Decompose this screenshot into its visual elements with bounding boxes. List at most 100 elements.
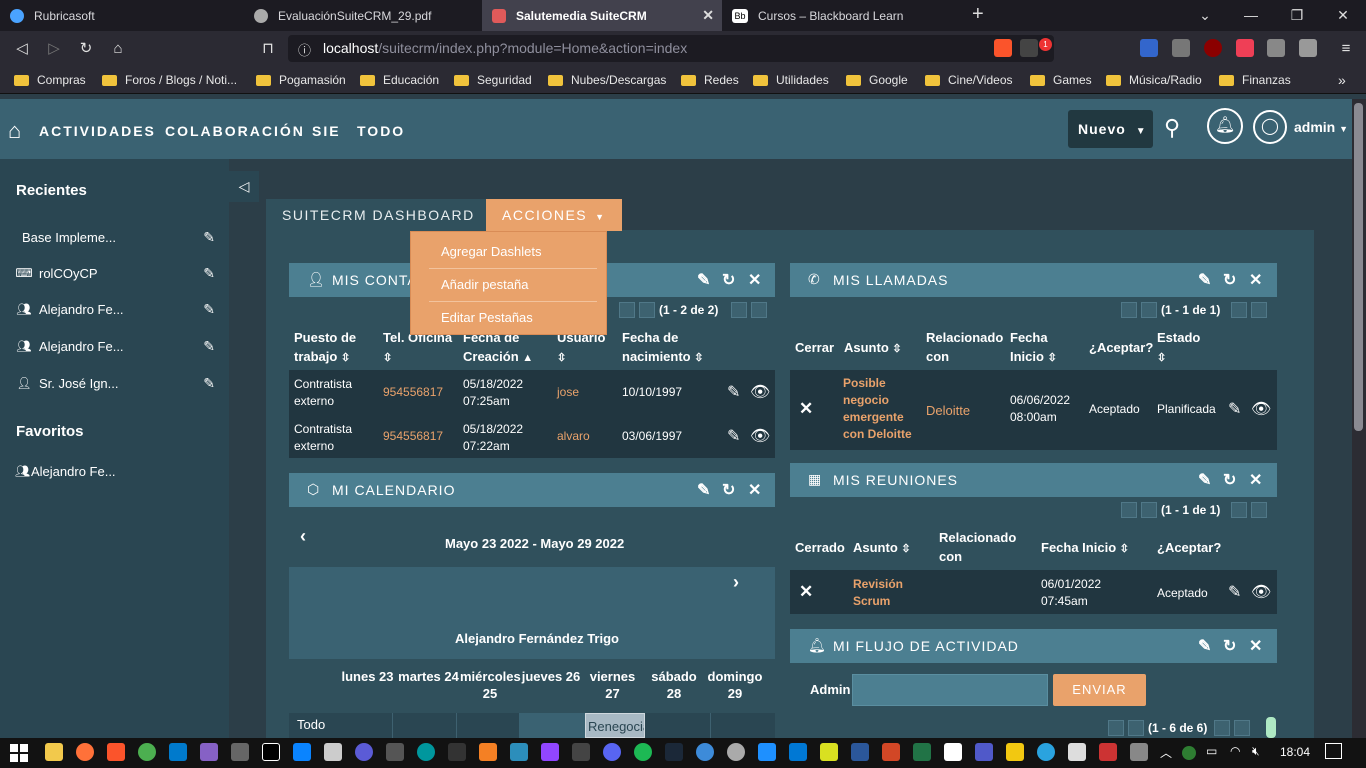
discord-icon[interactable] [603,743,621,761]
new-button[interactable]: Nuevo ▼ [1068,110,1153,148]
recent-item[interactable]: Base Impleme... ✎ [22,227,215,247]
calendar-day[interactable]: martes 24 [397,668,460,685]
teams-icon[interactable] [975,743,993,761]
powerbi-icon[interactable] [1006,743,1024,761]
visual-studio-icon[interactable] [200,743,218,761]
close-icon[interactable]: ✕ [1249,270,1263,290]
edit-icon[interactable]: ✎ [697,480,711,500]
menu-item-anadir-pestana[interactable]: Añadir pestaña [441,277,528,292]
bookmark-folder[interactable]: Música/Radio [1106,71,1202,89]
windows-start-icon[interactable] [10,744,28,762]
extension-cat-icon[interactable] [1172,39,1190,57]
close-meeting-icon[interactable]: ✕ [799,582,813,602]
brave-rewards-icon[interactable] [1020,39,1038,57]
nav-colaboracion[interactable]: COLABORACIÓN [165,123,305,139]
close-icon[interactable]: ✕ [1249,470,1263,490]
refresh-icon[interactable]: ↻ [1223,270,1237,290]
first-page-icon[interactable] [1108,720,1124,736]
bookmark-folder[interactable]: Google [846,71,908,89]
forward-icon[interactable]: ▷ [44,39,64,59]
nav-sie[interactable]: SIE [312,123,341,139]
bookmark-folder[interactable]: Compras [14,71,86,89]
firefox-icon[interactable] [76,743,94,761]
nav-todo[interactable]: TODO [357,123,405,139]
excel-icon[interactable] [913,743,931,761]
col-header[interactable]: Asunto ⇳ [844,338,902,359]
prev-page-icon[interactable] [1128,720,1144,736]
pocket-icon[interactable] [1236,39,1254,57]
pencil-icon[interactable]: ✎ [203,229,215,246]
tab-list-icon[interactable]: ⌄ [1182,0,1228,31]
first-page-icon[interactable] [1121,502,1137,518]
powerpoint-icon[interactable] [882,743,900,761]
view-icon[interactable]: 👁︎ [1251,582,1271,602]
app-icon[interactable] [479,743,497,761]
github-icon[interactable] [572,743,590,761]
collapse-sidebar-icon[interactable]: ◁ [229,171,259,202]
edit-icon[interactable]: ✎ [1228,582,1241,602]
refresh-icon[interactable]: ↻ [722,270,736,290]
app-icon[interactable] [324,743,342,761]
phone-link[interactable]: 954556817 [383,384,443,401]
next-page-icon[interactable] [1231,302,1247,318]
brave-icon[interactable] [107,743,125,761]
restore-icon[interactable]: ❐ [1274,0,1320,31]
bookmark-folder[interactable]: Pogamasión [256,71,346,89]
calendar-day[interactable]: domingo 29 [704,668,766,702]
tab-suitecrm-dashboard[interactable]: SUITECRM DASHBOARD [266,199,491,231]
prev-page-icon[interactable] [1141,502,1157,518]
app-icon[interactable] [231,743,249,761]
bookmark-folder[interactable]: Nubes/Descargas [548,71,666,89]
brave-shield-icon[interactable] [994,39,1012,57]
user-avatar-icon[interactable]: ◯ [1253,110,1287,144]
pencil-icon[interactable]: ✎ [203,338,215,355]
onedrive-icon[interactable] [789,743,807,761]
last-page-icon[interactable] [1251,502,1267,518]
extensions-puzzle-icon[interactable] [1267,39,1285,57]
ublock-icon[interactable] [1204,39,1222,57]
extension-bitwarden-icon[interactable] [1140,39,1158,57]
shield-tray-icon[interactable] [1182,746,1196,760]
bookmark-folder[interactable]: Utilidades [753,71,829,89]
bookmark-folder[interactable]: Seguridad [454,71,532,89]
col-header[interactable]: Puesto de trabajo ⇳ [294,328,374,368]
app-icon[interactable] [1099,743,1117,761]
menu-item-editar-pestanas[interactable]: Editar Pestañas [441,310,533,325]
notification-bell-icon[interactable]: 🔔︎ [1207,108,1243,144]
notifications-icon[interactable] [1325,743,1342,759]
last-page-icon[interactable] [751,302,767,318]
arduino-icon[interactable] [417,743,435,761]
tray-icon[interactable]: ▭ [1206,744,1217,758]
volume-icon[interactable]: 🔇︎ [1252,744,1260,759]
bookmark-page-icon[interactable]: ⊓ [258,39,278,59]
refresh-icon[interactable]: ↻ [1223,636,1237,656]
clock[interactable]: 18:04 [1280,745,1310,759]
reload-icon[interactable]: ↻ [76,39,96,59]
bookmark-folder[interactable]: Redes [681,71,739,89]
close-window-icon[interactable]: ✕ [1320,0,1366,31]
prev-week-icon[interactable]: ‹ [300,526,306,547]
first-page-icon[interactable] [1121,302,1137,318]
refresh-icon[interactable]: ↻ [1223,470,1237,490]
spotify-icon[interactable] [634,743,652,761]
recent-item[interactable]: ⌨ rolCOyCP ✎ [15,263,215,283]
col-header[interactable]: Asunto ⇳ [853,538,911,559]
meeting-subject-link[interactable]: Revisión Scrum [853,576,913,610]
last-page-icon[interactable] [1251,302,1267,318]
user-link[interactable]: alvaro [557,428,590,445]
app-icon[interactable] [386,743,404,761]
site-info-icon[interactable]: ⓘ [298,40,311,59]
calendar-day[interactable]: sábado 28 [644,668,704,702]
prev-page-icon[interactable] [639,302,655,318]
last-page-icon[interactable] [1234,720,1250,736]
wallet-icon[interactable] [1299,39,1317,57]
app-icon[interactable] [448,743,466,761]
view-icon[interactable]: 👁︎ [750,382,770,402]
recent-item[interactable]: 👥︎ Alejandro Fe... ✎ [15,336,215,356]
activity-post-input[interactable] [852,674,1048,706]
pencil-icon[interactable]: ✎ [203,375,215,392]
phone-link[interactable]: 954556817 [383,428,443,445]
pencil-icon[interactable]: ✎ [203,301,215,318]
app-icon[interactable] [510,743,528,761]
next-page-icon[interactable] [731,302,747,318]
